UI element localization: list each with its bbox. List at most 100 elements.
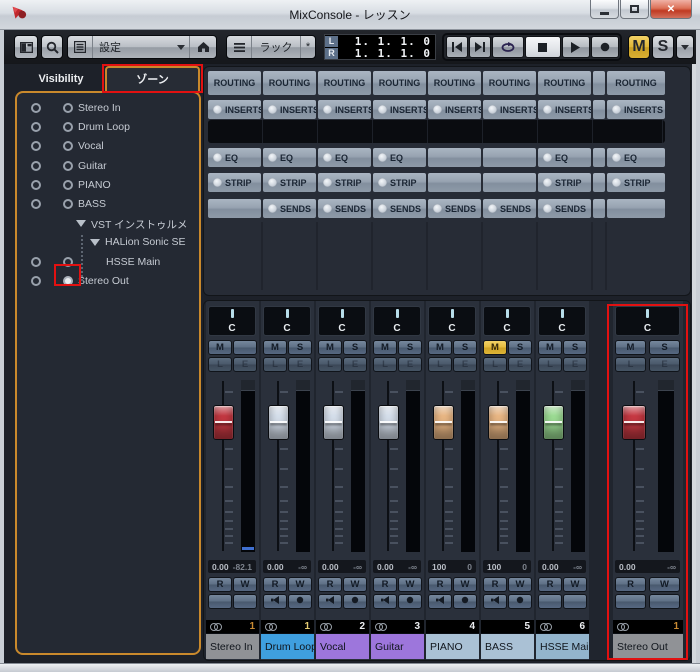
fader-value[interactable]: 0.00 <box>377 562 394 572</box>
channel-label[interactable]: Vocal <box>78 140 104 152</box>
rack-eq-cell[interactable]: EQ <box>373 148 426 167</box>
listen-button[interactable]: L <box>373 357 397 372</box>
meter-max-value[interactable]: 0 <box>522 562 527 572</box>
window-layout-button[interactable] <box>14 35 38 59</box>
global-mute-button[interactable]: M <box>628 35 650 59</box>
visibility-right-radio[interactable] <box>63 103 73 113</box>
global-solo-button[interactable]: S <box>652 35 674 59</box>
insert-slot[interactable] <box>538 120 593 143</box>
fader-value[interactable]: 100 <box>487 562 501 572</box>
read-automation-button[interactable]: R <box>373 577 397 592</box>
insert-slot[interactable] <box>318 120 373 143</box>
collapse-triangle-icon[interactable] <box>76 220 86 228</box>
channel-label[interactable]: Stereo Out <box>78 275 129 287</box>
channel-label[interactable]: BASS <box>78 198 106 210</box>
record-enable-button[interactable] <box>453 594 477 609</box>
chevron-down-icon[interactable] <box>177 44 185 50</box>
meter-max-value[interactable]: -∞ <box>573 562 582 572</box>
pan-control[interactable]: C <box>538 306 586 336</box>
visibility-left-radio[interactable] <box>31 256 41 267</box>
solo-button[interactable]: S <box>398 340 422 355</box>
monitor-button[interactable] <box>373 594 397 609</box>
rack-strip-cell[interactable]: STRIP <box>263 173 316 192</box>
visibility-left-radio[interactable] <box>31 160 41 171</box>
fader-handle[interactable] <box>322 405 344 440</box>
edit-channel-button[interactable]: E <box>453 357 477 372</box>
collapse-triangle-icon[interactable] <box>90 239 100 247</box>
edit-channel-button[interactable]: E <box>233 357 257 372</box>
read-automation-button[interactable]: R <box>483 577 507 592</box>
rack-inserts-cell[interactable]: INSERTS <box>373 100 426 119</box>
fader-value[interactable]: 0.00 <box>322 562 339 572</box>
pan-control[interactable]: C <box>428 306 476 336</box>
meter-max-value[interactable]: -∞ <box>408 562 417 572</box>
record-enable-button[interactable] <box>343 594 367 609</box>
listen-button[interactable]: L <box>263 357 287 372</box>
blank-button[interactable] <box>563 594 587 609</box>
blank-button[interactable] <box>208 594 232 609</box>
read-automation-button[interactable]: R <box>538 577 562 592</box>
solo-button[interactable]: S <box>508 340 532 355</box>
pan-control[interactable]: C <box>263 306 311 336</box>
rack-eq-cell[interactable]: EQ <box>318 148 371 167</box>
monitor-button[interactable] <box>318 594 342 609</box>
listen-button[interactable]: L <box>538 357 562 372</box>
play-button[interactable] <box>561 36 590 58</box>
visibility-left-radio[interactable] <box>31 141 41 152</box>
write-automation-button[interactable]: W <box>398 577 422 592</box>
channel-label[interactable]: Drum Loop <box>78 121 130 133</box>
rack-strip-cell[interactable]: STRIP <box>607 173 665 192</box>
edit-channel-button[interactable]: E <box>398 357 422 372</box>
mute-button[interactable]: M <box>263 340 287 355</box>
visibility-left-radio[interactable] <box>31 199 41 209</box>
visibility-right-radio[interactable] <box>63 199 73 209</box>
folder-label[interactable]: HALion Sonic SE <box>105 236 186 248</box>
fader-handle[interactable] <box>267 405 289 440</box>
write-automation-button[interactable]: W <box>508 577 532 592</box>
toolbar-dropdown-button[interactable] <box>676 35 694 59</box>
home-button[interactable] <box>190 41 216 53</box>
channel-label[interactable]: Guitar <box>78 160 107 172</box>
maximize-button[interactable] <box>620 0 649 19</box>
fader-value[interactable]: 100 <box>432 562 446 572</box>
rack-strip-cell[interactable]: STRIP <box>318 173 371 192</box>
cycle-button[interactable] <box>491 36 524 58</box>
insert-slot[interactable] <box>483 120 538 143</box>
star-button[interactable]: * <box>301 41 315 53</box>
meter-max-value[interactable]: -∞ <box>353 562 362 572</box>
listen-button[interactable]: L <box>483 357 507 372</box>
write-automation-button[interactable]: W <box>563 577 587 592</box>
mute-button[interactable]: M <box>318 340 342 355</box>
edit-channel-button[interactable]: E <box>343 357 367 372</box>
mute-button[interactable]: M <box>538 340 562 355</box>
stop-button[interactable] <box>524 36 561 58</box>
solo-button[interactable] <box>233 340 257 355</box>
insert-slot[interactable] <box>373 120 428 143</box>
fader-value[interactable]: 0.00 <box>542 562 559 572</box>
channel-label[interactable]: Stereo In <box>78 102 121 114</box>
rack-eq-cell[interactable]: EQ <box>607 148 665 167</box>
meter-max-value[interactable]: -∞ <box>298 562 307 572</box>
channel-name[interactable]: Stereo In <box>206 633 259 659</box>
channel-name[interactable]: Drum Loop <box>261 633 314 659</box>
pan-control[interactable]: C <box>373 306 421 336</box>
visibility-right-radio[interactable] <box>63 141 73 152</box>
solo-button[interactable]: S <box>288 340 312 355</box>
rack-strip-cell[interactable]: STRIP <box>538 173 591 192</box>
mute-button[interactable]: M <box>373 340 397 355</box>
rack-strip-cell[interactable]: STRIP <box>208 173 261 192</box>
edit-channel-button[interactable]: E <box>508 357 532 372</box>
record-enable-button[interactable] <box>398 594 422 609</box>
solo-button[interactable]: S <box>563 340 587 355</box>
channel-label[interactable]: HSSE Main <box>106 256 160 268</box>
minimize-button[interactable] <box>590 0 619 19</box>
fader-handle[interactable] <box>377 405 399 440</box>
solo-button[interactable]: S <box>453 340 477 355</box>
visibility-left-radio[interactable] <box>31 275 41 286</box>
write-automation-button[interactable]: W <box>453 577 477 592</box>
close-button[interactable]: ✕ <box>650 0 692 19</box>
rack-sends-cell[interactable]: SENDS <box>373 199 426 218</box>
channel-name[interactable]: BASS <box>481 633 534 659</box>
preset-selector[interactable]: 設定 <box>93 39 173 55</box>
read-automation-button[interactable]: R <box>263 577 287 592</box>
